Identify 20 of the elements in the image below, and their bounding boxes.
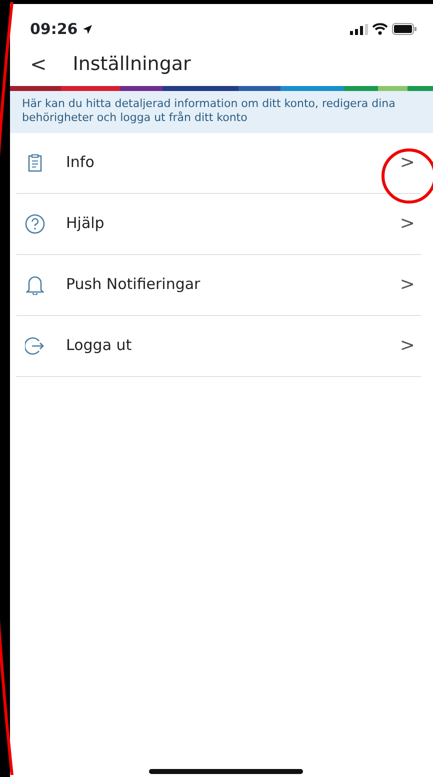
help-icon — [25, 214, 45, 234]
menu-label: Info — [66, 152, 96, 174]
chevron-icon: > — [400, 332, 415, 359]
location-arrow-icon — [82, 24, 93, 34]
chevron-icon: > — [400, 210, 415, 237]
chevron-icon: > — [400, 271, 415, 298]
menu-label: Push Notifieringar — [66, 274, 202, 296]
back-button[interactable]: < — [30, 49, 47, 79]
logout-icon — [25, 336, 45, 354]
menu-label: Logga ut — [66, 335, 133, 356]
wifi-icon — [372, 23, 388, 35]
bell-icon — [26, 274, 44, 294]
page-title: Inställningar — [72, 52, 191, 77]
menu-label: Hjälp — [66, 213, 106, 234]
battery-icon — [392, 23, 417, 35]
clipboard-icon — [28, 154, 42, 172]
chevron-icon: > — [400, 149, 415, 176]
status-time: 09:26 — [30, 18, 78, 40]
info-banner: Här kan du hitta detaljerad information om ditt konto, redigera dina behörigheter och logga ut från ditt konto — [10, 91, 433, 132]
signal-icon — [350, 24, 368, 34]
